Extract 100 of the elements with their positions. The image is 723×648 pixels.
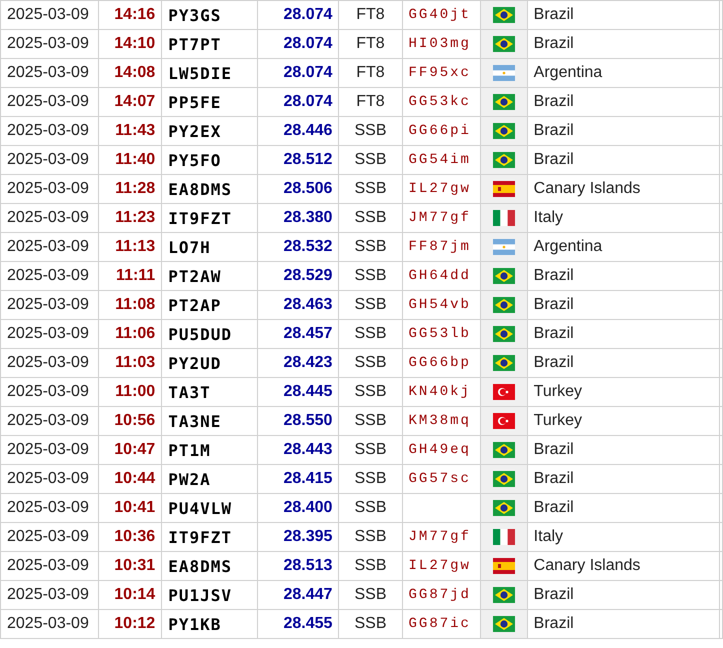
- date-text: 2025-03-09: [7, 615, 89, 632]
- brazil-flag-icon: [492, 355, 515, 371]
- time-text: 11:43: [115, 122, 156, 139]
- time-text: 10:44: [114, 470, 156, 487]
- time-text: 10:31: [114, 557, 156, 574]
- date-text: 2025-03-09: [7, 180, 89, 197]
- locator-text: GG66bp: [408, 355, 471, 371]
- date-text: 2025-03-09: [7, 64, 89, 81]
- mode-text: FT8: [356, 35, 385, 52]
- callsign-text: EA8DMS: [168, 180, 232, 198]
- frequency-text: 28.447: [284, 586, 332, 603]
- brazil-flag-icon: [492, 297, 515, 313]
- time-text: 11:06: [115, 325, 156, 342]
- brazil-flag-icon: [492, 587, 515, 603]
- time-text: 14:08: [114, 64, 156, 81]
- country-text: Brazil: [534, 296, 574, 313]
- locator-text: GH54vb: [408, 297, 471, 313]
- time-text: 10:41: [114, 499, 156, 516]
- frequency-text: 28.423: [284, 354, 332, 371]
- mode-text: SSB: [354, 238, 386, 255]
- date-text: 2025-03-09: [7, 296, 89, 313]
- brazil-flag-icon: [492, 36, 515, 52]
- mode-text: SSB: [354, 499, 386, 516]
- callsign-text: PT7PT: [168, 34, 222, 54]
- locator-text: GG40jt: [408, 7, 471, 23]
- callsign-text: IT9FZT: [168, 528, 232, 546]
- turkey-flag-icon: [492, 413, 515, 429]
- mode-text: SSB: [354, 557, 386, 574]
- locator-text: GG54im: [408, 152, 471, 168]
- frequency-text: 28.532: [284, 238, 332, 255]
- callsign-text: PT2AW: [168, 266, 222, 286]
- mode-text: FT8: [356, 64, 385, 81]
- brazil-flag-icon: [492, 94, 515, 110]
- time-text: 11:03: [115, 354, 156, 371]
- locator-text: GG57sc: [408, 471, 471, 487]
- locator-text: GH49eq: [408, 442, 471, 458]
- brazil-flag-icon: [492, 152, 515, 168]
- country-text: Brazil: [534, 267, 574, 284]
- mode-text: SSB: [354, 209, 386, 226]
- spain-flag-icon: [492, 181, 515, 197]
- frequency-text: 28.446: [284, 122, 332, 139]
- time-text: 14:07: [114, 93, 156, 110]
- callsign-text: LO7H: [168, 238, 211, 256]
- country-text: Turkey: [534, 383, 582, 400]
- mode-text: SSB: [354, 528, 386, 545]
- locator-text: KM38mq: [408, 413, 471, 429]
- country-text: Brazil: [534, 470, 574, 487]
- brazil-flag-icon: [492, 471, 515, 487]
- mode-text: SSB: [354, 470, 386, 487]
- frequency-text: 28.529: [284, 267, 332, 284]
- time-text: 11:08: [115, 296, 156, 313]
- mode-text: SSB: [354, 180, 386, 197]
- country-text: Canary Islands: [534, 180, 640, 197]
- mode-text: SSB: [354, 151, 386, 168]
- locator-text: JM77gf: [408, 210, 471, 226]
- callsign-text: IT9FZT: [168, 208, 232, 228]
- date-text: 2025-03-09: [7, 470, 89, 487]
- time-text: 11:28: [115, 180, 156, 197]
- callsign-text: PT2AP: [168, 296, 222, 314]
- italy-flag-icon: [492, 529, 515, 545]
- date-text: 2025-03-09: [7, 557, 89, 574]
- callsign-text: TA3T: [168, 382, 211, 402]
- country-text: Brazil: [534, 499, 574, 516]
- mode-text: SSB: [354, 122, 386, 139]
- country-text: Turkey: [534, 412, 582, 429]
- date-text: 2025-03-09: [7, 383, 89, 400]
- time-text: 10:56: [114, 412, 156, 429]
- time-text: 10:14: [114, 586, 156, 603]
- callsign-text: PU5DUD: [168, 324, 232, 344]
- frequency-text: 28.074: [284, 64, 332, 81]
- mode-text: SSB: [354, 354, 386, 371]
- turkey-flag-icon: [492, 384, 515, 400]
- country-text: Italy: [534, 209, 564, 226]
- frequency-text: 28.455: [284, 615, 332, 632]
- mode-text: SSB: [354, 412, 386, 429]
- spain-flag-icon: [492, 558, 515, 574]
- callsign-text: PT1M: [168, 440, 211, 460]
- country-text: Argentina: [534, 238, 602, 255]
- callsign-text: PP5FE: [168, 92, 222, 112]
- locator-text: HI03mg: [408, 36, 471, 52]
- frequency-text: 28.512: [284, 151, 332, 168]
- country-text: Brazil: [534, 151, 574, 168]
- brazil-flag-icon: [492, 616, 515, 632]
- country-text: Italy: [534, 528, 564, 545]
- locator-text: GH64dd: [408, 268, 471, 284]
- country-text: Brazil: [534, 586, 574, 603]
- date-text: 2025-03-09: [7, 122, 89, 139]
- date-text: 2025-03-09: [7, 499, 89, 516]
- time-text: 11:11: [116, 267, 156, 284]
- country-text: Brazil: [534, 122, 574, 139]
- argentina-flag-icon: [492, 65, 515, 81]
- callsign-text: PY3GS: [168, 6, 222, 24]
- locator-text: GG53lb: [408, 326, 471, 342]
- locator-text: GG66pi: [408, 123, 471, 139]
- callsign-text: TA3NE: [168, 412, 222, 430]
- time-text: 11:23: [115, 209, 156, 226]
- date-text: 2025-03-09: [7, 441, 89, 458]
- brazil-flag-icon: [492, 442, 515, 458]
- country-text: Brazil: [534, 93, 574, 110]
- callsign-text: PY5FO: [168, 150, 222, 170]
